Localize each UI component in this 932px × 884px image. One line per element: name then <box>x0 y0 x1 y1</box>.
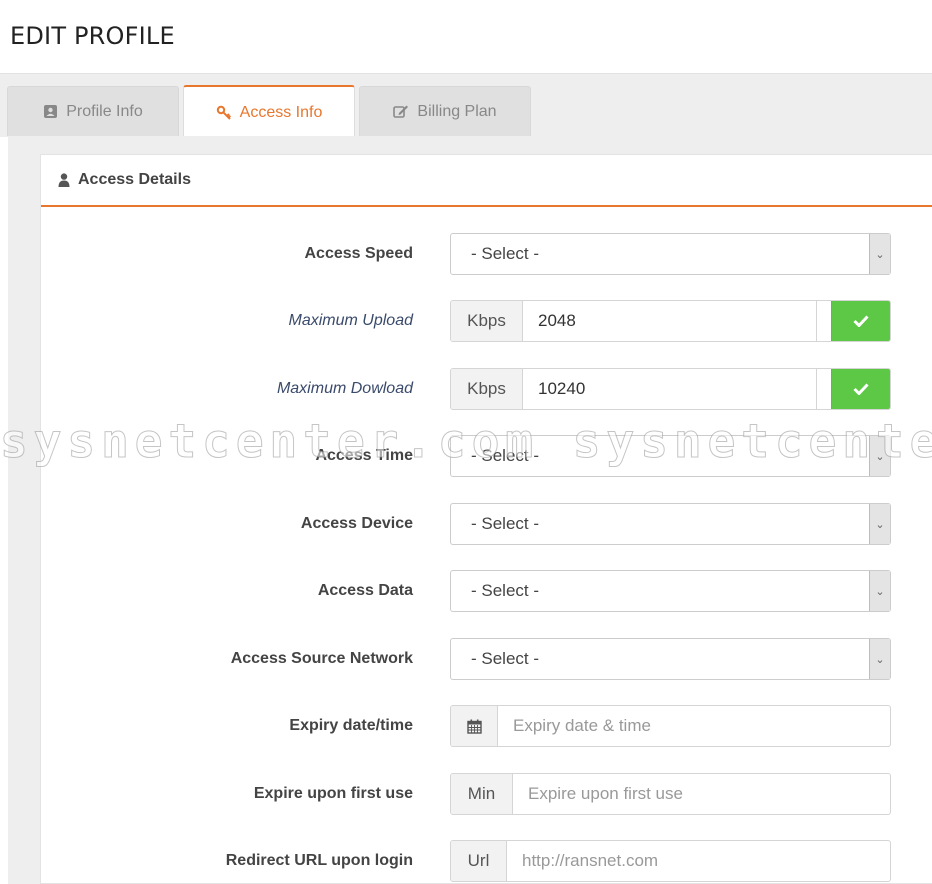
max-download-toggle[interactable] <box>816 369 890 409</box>
tab-label: Billing Plan <box>417 102 497 120</box>
access-source-network-select[interactable]: - Select - ⌄ <box>450 638 891 680</box>
select-value: - Select - <box>471 649 540 668</box>
tab-label: Profile Info <box>66 102 143 120</box>
check-icon <box>832 301 890 341</box>
page-title: EDIT PROFILE <box>10 22 175 50</box>
redirect-url-unit: Url <box>451 841 507 881</box>
chevron-down-icon[interactable]: ⌄ <box>869 639 890 679</box>
access-time-label: Access Time <box>315 447 413 464</box>
chevron-down-icon[interactable]: ⌄ <box>869 504 890 544</box>
select-value: - Select - <box>471 244 540 263</box>
expire-first-use-label: Expire upon first use <box>253 785 413 802</box>
form-row-access-source-network: Access Source Network - Select - ⌄ <box>41 638 932 680</box>
panel-title: Access Details <box>78 171 191 188</box>
form-row-access-time: Access Time - Select - ⌄ <box>41 435 932 477</box>
check-icon <box>832 369 890 409</box>
max-upload-unit: Kbps <box>451 301 523 341</box>
expiry-input-group: Expiry date & time <box>450 705 891 747</box>
tab-billing-plan[interactable]: Billing Plan <box>359 86 531 136</box>
form-row-access-device: Access Device - Select - ⌄ <box>41 503 932 545</box>
tab-profile-info[interactable]: Profile Info <box>7 86 179 136</box>
key-icon <box>216 105 232 121</box>
select-value: - Select - <box>471 446 540 465</box>
redirect-url-input-group: Url http://ransnet.com <box>450 840 891 882</box>
form-row-max-upload: Maximum Upload Kbps 2048 <box>41 300 932 342</box>
tab-label: Access Info <box>239 103 323 121</box>
access-source-network-label: Access Source Network <box>230 650 413 667</box>
contact-card-icon <box>43 104 58 119</box>
form-row-max-download: Maximum Dowload Kbps 10240 <box>41 368 932 410</box>
access-device-label: Access Device <box>300 515 413 532</box>
form-row-access-speed: Access Speed - Select - ⌄ <box>41 233 932 275</box>
panel-header: Access Details <box>41 155 932 207</box>
user-icon <box>58 173 70 187</box>
redirect-url-label: Redirect URL upon login <box>225 852 413 869</box>
max-upload-label: Maximum Upload <box>288 312 413 329</box>
access-device-select[interactable]: - Select - ⌄ <box>450 503 891 545</box>
expire-first-use-input-group: Min Expire upon first use <box>450 773 891 815</box>
expire-first-use-input[interactable]: Expire upon first use <box>513 774 890 814</box>
form-row-access-data: Access Data - Select - ⌄ <box>41 570 932 612</box>
calendar-icon[interactable] <box>451 706 498 746</box>
expiry-input[interactable]: Expiry date & time <box>498 706 890 746</box>
expiry-label: Expiry date/time <box>289 717 413 734</box>
tab-access-info[interactable]: Access Info <box>183 85 355 138</box>
max-download-input-group: Kbps 10240 <box>450 368 891 410</box>
max-download-label: Maximum Dowload <box>276 380 413 397</box>
select-value: - Select - <box>471 514 540 533</box>
access-speed-label: Access Speed <box>304 245 413 262</box>
access-speed-select[interactable]: - Select - ⌄ <box>450 233 891 275</box>
chevron-down-icon[interactable]: ⌄ <box>869 571 890 611</box>
access-data-select[interactable]: - Select - ⌄ <box>450 570 891 612</box>
max-download-input[interactable]: 10240 <box>523 369 816 409</box>
access-details-panel: Access Details Access Speed - Select - ⌄… <box>40 154 932 884</box>
max-upload-input-group: Kbps 2048 <box>450 300 891 342</box>
max-download-unit: Kbps <box>451 369 523 409</box>
access-data-label: Access Data <box>317 582 413 599</box>
tab-bar: Profile Info Access Info Billing Plan <box>0 73 932 138</box>
form-row-redirect-url: Redirect URL upon login Url http://ransn… <box>41 840 932 882</box>
select-value: - Select - <box>471 581 540 600</box>
chevron-down-icon[interactable]: ⌄ <box>869 234 890 274</box>
expire-first-use-unit: Min <box>451 774 513 814</box>
edit-icon <box>393 104 409 119</box>
redirect-url-input[interactable]: http://ransnet.com <box>507 841 890 881</box>
form-row-expire-first-use: Expire upon first use Min Expire upon fi… <box>41 773 932 815</box>
form-row-expiry: Expiry date/time Expiry date & time <box>41 705 932 747</box>
chevron-down-icon[interactable]: ⌄ <box>869 436 890 476</box>
max-upload-toggle[interactable] <box>816 301 890 341</box>
max-upload-input[interactable]: 2048 <box>523 301 816 341</box>
toggle-knob <box>816 369 832 409</box>
access-time-select[interactable]: - Select - ⌄ <box>450 435 891 477</box>
toggle-knob <box>816 301 832 341</box>
